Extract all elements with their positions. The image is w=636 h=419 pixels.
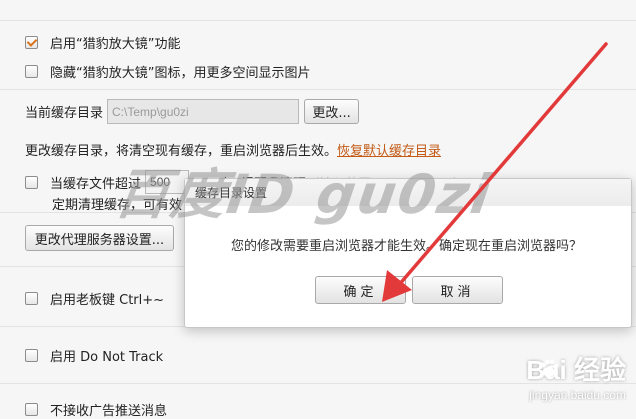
enable-magnifier-checkbox[interactable] — [25, 36, 38, 49]
paw-icon — [540, 359, 559, 377]
baidu-url: jingyan.baidu.com — [529, 388, 626, 402]
enable-magnifier-option[interactable]: 启用“猎豹放大镜”功能 — [25, 33, 180, 52]
hide-magnifier-icon-checkbox[interactable] — [25, 65, 38, 78]
dialog-ok-button[interactable]: 确定 — [315, 276, 406, 304]
section-divider-5 — [0, 383, 636, 384]
do-not-track-option[interactable]: 启用 Do Not Track — [25, 346, 163, 365]
cache-dir-field[interactable]: C:\Temp\gu0zi — [107, 99, 300, 124]
cache-dir-row: 当前缓存目录 C:\Temp\gu0zi 更改... — [25, 99, 360, 124]
section-divider — [0, 89, 636, 90]
periodic-clean-text: 定期清理缓存，可有效 — [52, 198, 183, 213]
cache-dir-label: 当前缓存目录 — [25, 106, 104, 121]
cache-note-text: 更改缓存目录，将清空现有缓存，重启浏览器后生效。 — [25, 144, 338, 159]
ad-push-label: 不接收广告推送消息 — [50, 404, 168, 419]
restore-default-cache-link[interactable]: 恢复默认缓存目录 — [337, 140, 441, 159]
enable-magnifier-label: 启用“猎豹放大镜”功能 — [50, 37, 181, 52]
boss-key-label: 启用老板键 Ctrl+~ — [50, 293, 165, 308]
baidu-brand: Bai 经验 — [526, 355, 626, 385]
boss-key-checkbox[interactable] — [25, 292, 38, 305]
baidu-jingyan-logo: Bai 经验 jingyan.baidu.com — [526, 350, 626, 402]
do-not-track-label: 启用 Do Not Track — [50, 350, 164, 365]
dialog-cancel-button[interactable]: 取消 — [412, 276, 503, 304]
cache-limit-checkbox[interactable] — [25, 175, 38, 189]
periodic-clean-row: 定期清理缓存，可有效 — [52, 194, 182, 213]
dialog-title-bar: 缓存目录设置 — [185, 179, 631, 206]
proxy-settings-button[interactable]: 更改代理服务器设置... — [25, 225, 174, 251]
cache-limit-prefix: 当缓存文件超过 — [50, 176, 142, 192]
top-divider — [0, 20, 636, 21]
dialog-message: 您的修改需要重启浏览器才能生效。确定现在重启浏览器吗？ — [231, 239, 583, 254]
cache-note-row: 更改缓存目录，将清空现有缓存，重启浏览器后生效。 恢复默认缓存目录 — [25, 140, 441, 159]
hide-magnifier-icon-label: 隐藏“猎豹放大镜”图标，用更多空间显示图片 — [50, 66, 311, 81]
ad-push-checkbox[interactable] — [25, 403, 38, 416]
cache-limit-input[interactable]: 500 — [145, 170, 190, 194]
change-cache-dir-button[interactable]: 更改... — [304, 99, 360, 124]
restart-dialog: 缓存目录设置 您的修改需要重启浏览器才能生效。确定现在重启浏览器吗？ 确定 取消 — [184, 178, 632, 328]
hide-magnifier-icon-option[interactable]: 隐藏“猎豹放大镜”图标，用更多空间显示图片 — [25, 62, 310, 81]
ad-push-option[interactable]: 不接收广告推送消息 — [25, 400, 167, 419]
dialog-title: 缓存目录设置 — [195, 185, 268, 200]
do-not-track-checkbox[interactable] — [25, 349, 38, 362]
boss-key-option[interactable]: 启用老板键 Ctrl+~ — [25, 289, 164, 308]
